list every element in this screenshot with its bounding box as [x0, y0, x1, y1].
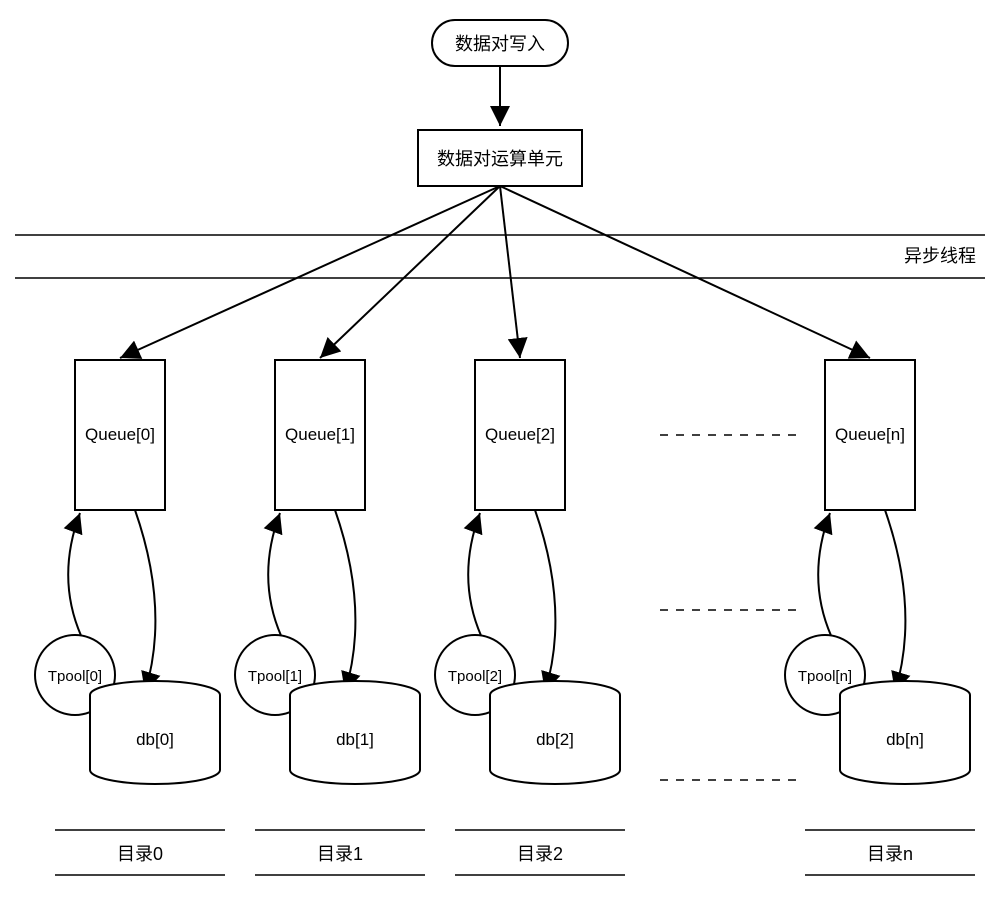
curve-queue-to-db-1	[335, 510, 355, 692]
dir-n-label: 目录n	[867, 844, 913, 864]
tpool-n-label: Tpool[n]	[798, 668, 852, 685]
compute-unit-label: 数据对运算单元	[437, 149, 563, 169]
queue-n-label: Queue[n]	[835, 425, 905, 444]
lane-1: Queue[1] Tpool[1] db[1] 目录1	[235, 186, 500, 875]
db-1-cylinder: db[1]	[290, 681, 420, 784]
start-node-label: 数据对写入	[455, 34, 545, 54]
lane-n: Queue[n] Tpool[n] db[n] 目录n	[500, 186, 975, 875]
curve-tpool-to-queue-0	[68, 513, 83, 640]
db-n-cylinder: db[n]	[840, 681, 970, 784]
db-n-label: db[n]	[886, 730, 924, 749]
async-thread-label: 异步线程	[904, 246, 976, 266]
tpool-0-label: Tpool[0]	[48, 668, 102, 685]
lane-0: Queue[0] Tpool[0] db[0] 目录0	[35, 186, 500, 875]
lane-2: Queue[2] Tpool[2] db[2] 目录2	[435, 186, 625, 875]
arrow-to-queue-0	[120, 186, 500, 358]
tpool-2-label: Tpool[2]	[448, 668, 502, 685]
db-2-cylinder: db[2]	[490, 681, 620, 784]
queue-1-label: Queue[1]	[285, 425, 355, 444]
curve-queue-to-db-2	[535, 510, 555, 692]
dir-1-label: 目录1	[317, 844, 363, 864]
architecture-diagram: 数据对写入 数据对运算单元 异步线程 Queue[0] Tpool[0] db[…	[0, 0, 1000, 913]
curve-tpool-to-queue-2	[468, 513, 483, 640]
db-0-cylinder: db[0]	[90, 681, 220, 784]
dir-0-label: 目录0	[117, 844, 163, 864]
curve-queue-to-db-n	[885, 510, 905, 692]
curve-tpool-to-queue-1	[268, 513, 283, 640]
queue-2-label: Queue[2]	[485, 425, 555, 444]
arrow-to-queue-2	[500, 186, 520, 358]
queue-0-label: Queue[0]	[85, 425, 155, 444]
curve-queue-to-db-0	[135, 510, 155, 692]
db-0-label: db[0]	[136, 730, 174, 749]
tpool-1-label: Tpool[1]	[248, 668, 302, 685]
curve-tpool-to-queue-n	[818, 513, 833, 640]
arrow-to-queue-1	[320, 186, 500, 358]
dir-2-label: 目录2	[517, 844, 563, 864]
db-1-label: db[1]	[336, 730, 374, 749]
arrow-to-queue-n	[500, 186, 870, 358]
compute-unit: 数据对运算单元	[418, 130, 582, 186]
start-node: 数据对写入	[432, 20, 568, 66]
db-2-label: db[2]	[536, 730, 574, 749]
